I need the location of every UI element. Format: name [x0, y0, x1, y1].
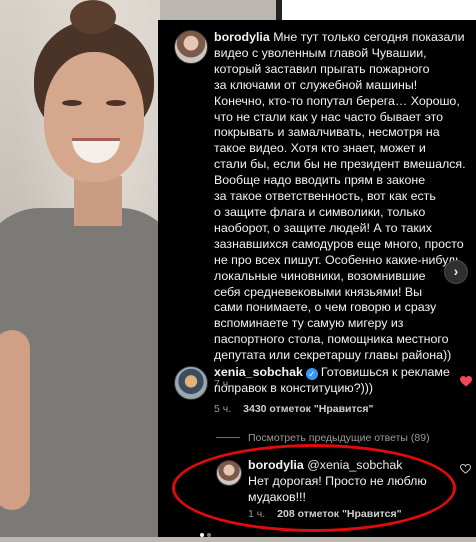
comment-likes[interactable]: 3430 отметок "Нравится"	[243, 403, 373, 415]
view-previous-label: Посмотреть предыдущие ответы (89)	[248, 432, 430, 444]
carousel-dots	[200, 524, 211, 542]
comment-line: поправок в конституцию?)))	[214, 380, 373, 395]
comment-line: себя средневековыми князьями! Вы	[214, 284, 423, 299]
avatar[interactable]	[174, 366, 208, 400]
comment-line: не про всех пишут. Особенно какие-нибудь	[214, 252, 462, 267]
comment-line: о защите флага и символики, только	[214, 204, 426, 219]
comment-line: Конечно, кто-то попутал берега… Хорошо,	[214, 93, 460, 108]
comment-line: что не стали как у нас часто бывает это	[214, 109, 443, 124]
highlight-oval	[172, 444, 456, 532]
comment-line: за такое ответственность, вот как есть	[214, 189, 436, 204]
comment-line: депутата или секретаршу главы района))	[214, 348, 452, 363]
chevron-right-icon[interactable]: ›	[444, 260, 468, 284]
comment-line: покрывать и замалчивать, несмотря на	[214, 125, 440, 140]
comment-line: локальные чиновники, возомнившие	[214, 268, 426, 283]
comment-line: который заставил прыгать пожарного	[214, 61, 430, 76]
post-comment-text: borodylia Мне тут только сегодня показал…	[214, 30, 476, 364]
comment-text: xenia_sobchak ✓ Готовишься к рекламе попра…	[214, 365, 460, 397]
comment-line: сами понимаете, о чем говорю и сразу	[214, 300, 437, 315]
comment-line: видео с уволенным главой Чувашии,	[214, 45, 427, 60]
comment-line: зазнавшихся самодуров еще много, просто	[214, 236, 464, 251]
post-photo	[0, 0, 160, 537]
heart-outline-icon[interactable]	[460, 463, 471, 477]
avatar[interactable]	[174, 30, 208, 64]
comment-line: наоборот, о защите людей! А то таких	[214, 220, 432, 235]
top-strip	[276, 0, 476, 20]
heart-icon[interactable]	[460, 376, 472, 390]
post-comment-username[interactable]: borodylia	[214, 30, 270, 44]
comment-line: стали бы, если бы не президент вмешался.	[214, 157, 466, 172]
comment-line: за ключами от служебной машины!	[214, 77, 418, 92]
comment-line: Вообще надо вводить прям в законе	[214, 173, 426, 188]
comment-line: паспортного стола, помощника местного	[214, 332, 449, 347]
comment-time: 5 ч.	[214, 403, 232, 415]
comment-line: Мне тут только сегодня показали	[273, 30, 465, 44]
comment-meta: 5 ч. 3430 отметок "Нравится"	[214, 403, 373, 415]
comment-username[interactable]: xenia_sobchak	[214, 365, 303, 379]
verified-icon: ✓	[305, 368, 318, 380]
view-previous-replies[interactable]: Посмотреть предыдущие ответы (89)	[216, 432, 430, 444]
comment-line: вспоминаете ту самую мигеру из	[214, 316, 404, 331]
comment-line: такое видео. Хотя кто знает, может и	[214, 141, 426, 156]
comment-line: Готовишься к рекламе	[320, 365, 450, 379]
